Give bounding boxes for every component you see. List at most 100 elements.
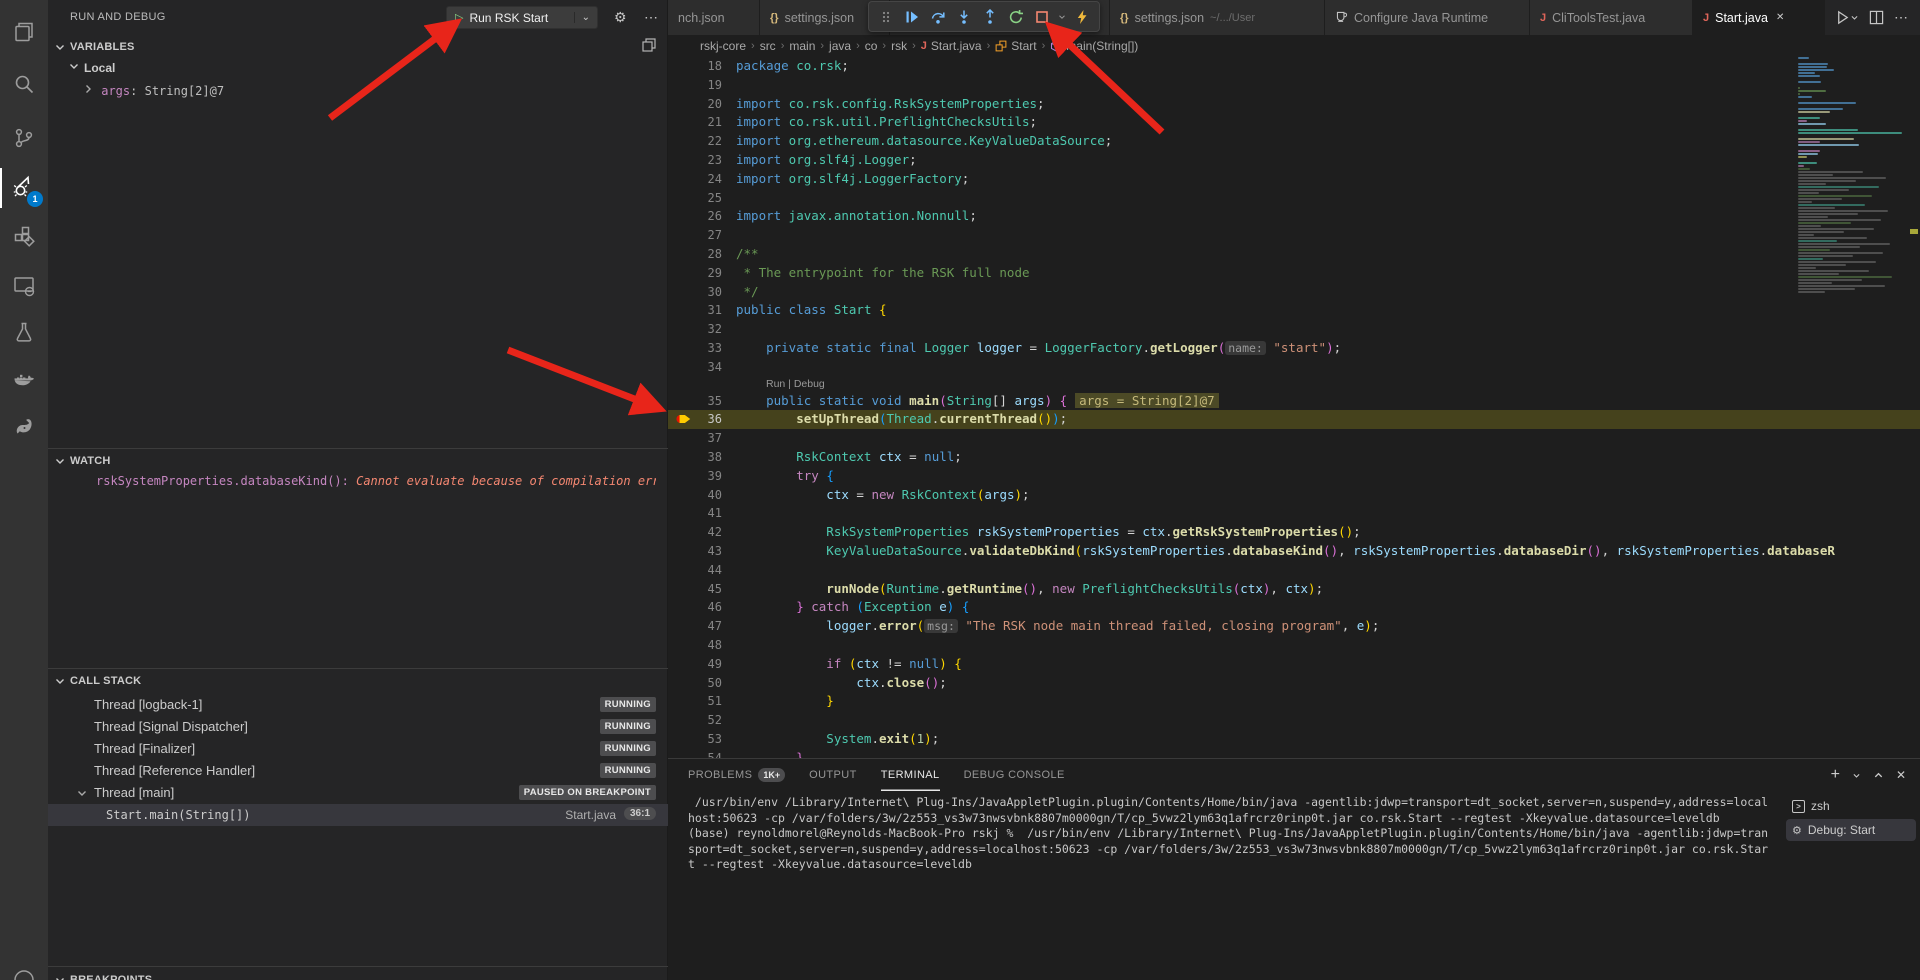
variables-section-header[interactable]: VARIABLES — [48, 38, 667, 58]
breadcrumb-item[interactable]: rsk — [891, 39, 907, 53]
gear-icon[interactable]: ⚙ — [614, 9, 627, 26]
run-config-dropdown[interactable]: ▷ Run RSK Start ⌄ — [446, 6, 598, 29]
step-out-icon[interactable] — [977, 4, 1003, 30]
code-line-18[interactable]: 18package co.rsk; — [668, 57, 1920, 76]
breadcrumb-item[interactable]: main — [789, 39, 815, 53]
breadcrumb-symbol-method[interactable]: main(String[]) — [1050, 39, 1138, 53]
run-java-button[interactable] — [1835, 10, 1859, 25]
code-line-39[interactable]: 39 try { — [668, 467, 1920, 486]
code-line-23[interactable]: 23import org.slf4j.Logger; — [668, 151, 1920, 170]
activity-bar-item-account[interactable] — [0, 956, 48, 980]
activity-bar-item-explorer[interactable] — [0, 10, 48, 58]
code-line-36[interactable]: 36 setUpThread(Thread.currentThread()); — [668, 410, 1920, 429]
variables-local-scope[interactable]: Local — [68, 60, 115, 75]
breadcrumb-item[interactable]: co — [865, 39, 878, 53]
code-line-22[interactable]: 22import org.ethereum.datasource.KeyValu… — [668, 132, 1920, 151]
lightning-icon[interactable] — [1069, 4, 1095, 30]
breadcrumb-symbol-class[interactable]: Start — [995, 39, 1036, 53]
continue-icon[interactable] — [899, 4, 925, 30]
more-actions-icon[interactable]: ⋯ — [1894, 9, 1908, 26]
call-stack-thread[interactable]: Thread [main]PAUSED ON BREAKPOINT — [48, 782, 668, 804]
panel-tab-debug-console[interactable]: DEBUG CONSOLE — [964, 759, 1065, 791]
call-stack-thread[interactable]: Thread [Finalizer]RUNNING — [48, 738, 668, 760]
code-line-24[interactable]: 24import org.slf4j.LoggerFactory; — [668, 170, 1920, 189]
terminal-list-item-debug-start[interactable]: ⚙Debug: Start — [1786, 819, 1916, 841]
code-line-31[interactable]: 31public class Start { — [668, 301, 1920, 320]
chevron-down-icon[interactable]: ⌄ — [574, 12, 597, 23]
code-line-28[interactable]: 28/** — [668, 245, 1920, 264]
code-line-47[interactable]: 47 logger.error(msg: "The RSK node main … — [668, 617, 1920, 636]
activity-bar-item-remote-explorer[interactable] — [0, 264, 48, 312]
code-line-34[interactable]: 34 — [668, 358, 1920, 377]
code-lens-run-debug[interactable]: Run | Debug — [668, 377, 1920, 392]
code-line-19[interactable]: 19 — [668, 76, 1920, 95]
close-icon[interactable]: ✕ — [1776, 12, 1784, 23]
split-editor-icon[interactable] — [1869, 10, 1884, 25]
breadcrumb-item[interactable]: java — [829, 39, 851, 53]
new-terminal-icon[interactable]: + — [1831, 766, 1840, 784]
tab-start-java[interactable]: JStart.java✕ — [1693, 0, 1825, 35]
activity-bar-item-search[interactable] — [0, 62, 48, 110]
tab-settings-json[interactable]: {}settings.json~/.../User — [1110, 0, 1325, 35]
code-line-49[interactable]: 49 if (ctx != null) { — [668, 655, 1920, 674]
terminal-output[interactable]: /usr/bin/env /Library/Internet\ Plug-Ins… — [688, 795, 1803, 873]
tab-clitoolstest-java[interactable]: JCliToolsTest.java — [1530, 0, 1693, 35]
code-line-54[interactable]: 54 } — [668, 749, 1920, 758]
breadcrumb-item[interactable]: src — [760, 39, 776, 53]
activity-bar-item-run-and-debug[interactable]: 1 — [0, 164, 48, 212]
code-line-51[interactable]: 51 } — [668, 692, 1920, 711]
code-line-33[interactable]: 33 private static final Logger logger = … — [668, 339, 1920, 358]
code-line-37[interactable]: 37 — [668, 429, 1920, 448]
code-line-44[interactable]: 44 — [668, 561, 1920, 580]
code-line-46[interactable]: 46 } catch (Exception e) { — [668, 598, 1920, 617]
activity-bar-item-testing[interactable] — [0, 310, 48, 358]
terminal-dropdown-icon[interactable] — [1852, 771, 1861, 780]
code-line-50[interactable]: 50 ctx.close(); — [668, 674, 1920, 693]
code-line-42[interactable]: 42 RskSystemProperties rskSystemProperti… — [668, 523, 1920, 542]
breadcrumb-item[interactable]: rskj-core — [700, 39, 746, 53]
step-into-icon[interactable] — [951, 4, 977, 30]
panel-tab-problems[interactable]: PROBLEMS1K+ — [688, 759, 785, 791]
code-line-27[interactable]: 27 — [668, 226, 1920, 245]
code-line-29[interactable]: 29 * The entrypoint for the RSK full nod… — [668, 264, 1920, 283]
code-line-30[interactable]: 30 */ — [668, 283, 1920, 302]
code-line-26[interactable]: 26import javax.annotation.Nonnull; — [668, 207, 1920, 226]
variable-args[interactable]: args: String[2]@7 — [82, 83, 224, 98]
code-editor[interactable]: 18package co.rsk;1920import co.rsk.confi… — [668, 57, 1920, 758]
call-stack-thread[interactable]: Thread [logback-1]RUNNING — [48, 694, 668, 716]
activity-bar-item-source-control[interactable] — [0, 116, 48, 164]
code-line-40[interactable]: 40 ctx = new RskContext(args); — [668, 486, 1920, 505]
restart-icon[interactable] — [1003, 4, 1029, 30]
code-line-32[interactable]: 32 — [668, 320, 1920, 339]
call-stack-section-header[interactable]: CALL STACK — [48, 672, 667, 692]
code-line-53[interactable]: 53 System.exit(1); — [668, 730, 1920, 749]
code-line-21[interactable]: 21import co.rsk.util.PreflightChecksUtil… — [668, 113, 1920, 132]
code-line-38[interactable]: 38 RskContext ctx = null; — [668, 448, 1920, 467]
tab-configure-java-runtime[interactable]: Configure Java Runtime — [1325, 0, 1530, 35]
activity-bar-item-gradle[interactable] — [0, 404, 48, 452]
code-line-52[interactable]: 52 — [668, 711, 1920, 730]
code-line-35[interactable]: 35 public static void main(String[] args… — [668, 392, 1920, 411]
code-line-25[interactable]: 25 — [668, 189, 1920, 208]
code-line-45[interactable]: 45 runNode(Runtime.getRuntime(), new Pre… — [668, 580, 1920, 599]
watch-expression[interactable]: rskSystemProperties.databaseKind(): Cann… — [96, 474, 656, 488]
tab-nch-json[interactable]: nch.json — [668, 0, 760, 35]
breakpoints-section-header[interactable]: BREAKPOINTS — [48, 971, 667, 980]
panel-tab-terminal[interactable]: TERMINAL — [881, 759, 940, 791]
call-stack-thread[interactable]: Thread [Signal Dispatcher]RUNNING — [48, 716, 668, 738]
chevron-icon[interactable] — [1055, 4, 1069, 30]
minimap[interactable] — [1798, 57, 1908, 758]
close-panel-icon[interactable]: ✕ — [1896, 768, 1906, 782]
stop-icon[interactable] — [1029, 4, 1055, 30]
terminal-list-item-zsh[interactable]: >zsh — [1786, 795, 1916, 817]
code-line-20[interactable]: 20import co.rsk.config.RskSystemProperti… — [668, 95, 1920, 114]
maximize-panel-icon[interactable] — [1873, 770, 1884, 781]
call-stack-thread[interactable]: Thread [Reference Handler]RUNNING — [48, 760, 668, 782]
code-line-48[interactable]: 48 — [668, 636, 1920, 655]
activity-bar-item-docker[interactable] — [0, 358, 48, 406]
step-over-icon[interactable] — [925, 4, 951, 30]
panel-tab-output[interactable]: OUTPUT — [809, 759, 857, 791]
activity-bar-item-extensions[interactable] — [0, 214, 48, 262]
stack-frame-selected[interactable]: Start.main(String[])Start.java36:1 — [48, 804, 668, 826]
more-actions-icon[interactable]: ⋯ — [644, 9, 659, 26]
